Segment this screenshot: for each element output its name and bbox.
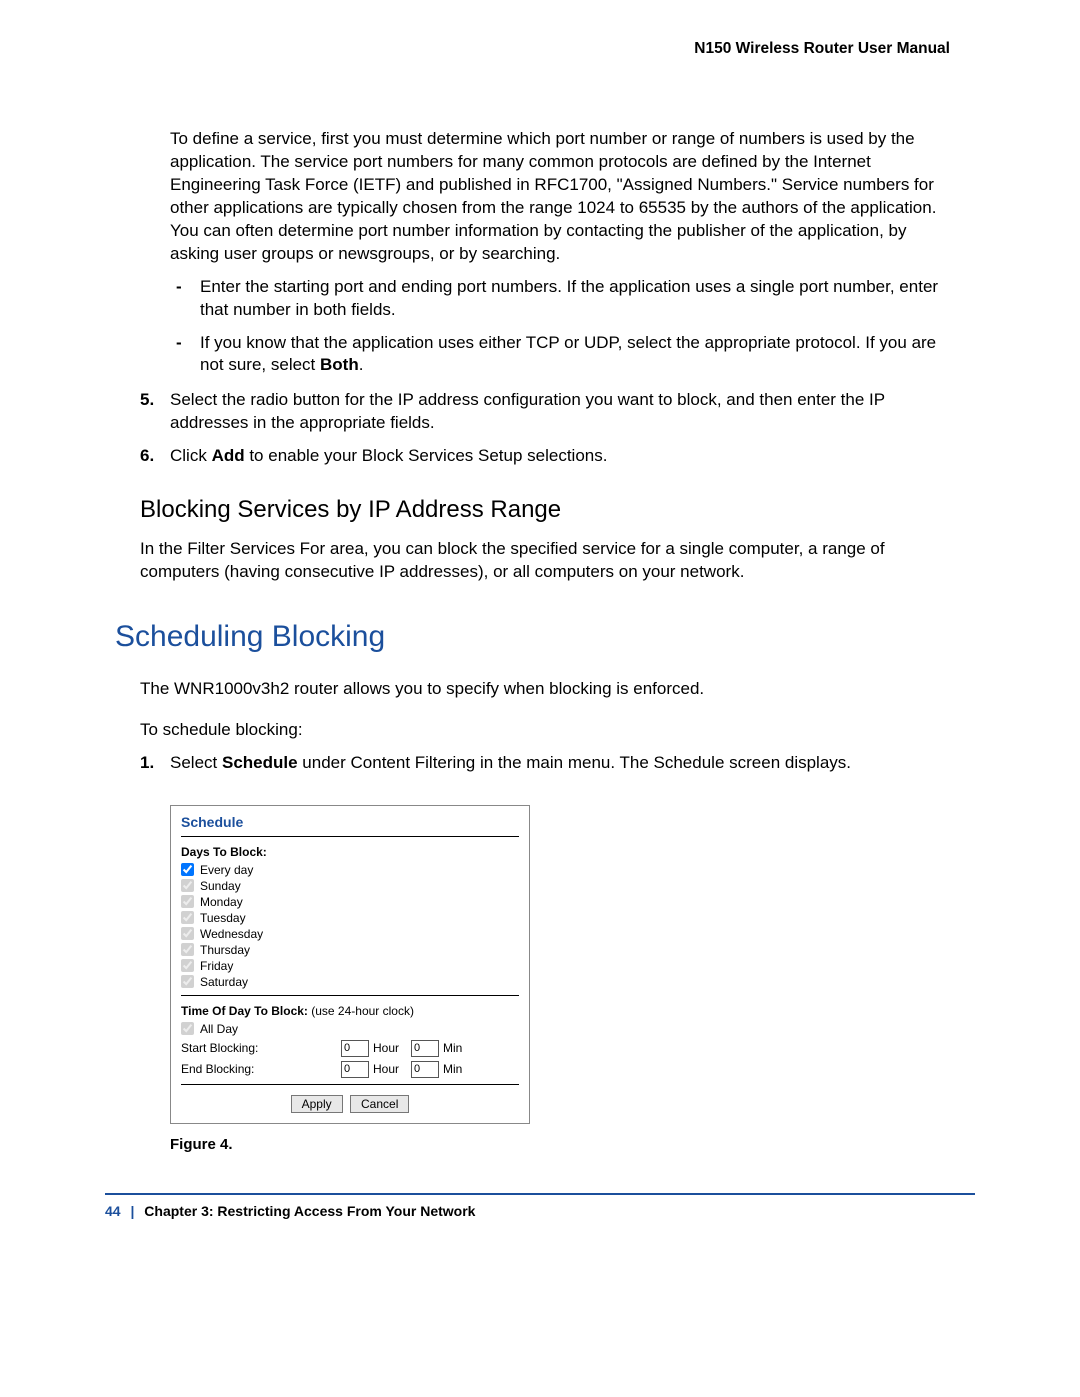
start-blocking-row: Start Blocking: Hour Min xyxy=(181,1040,519,1057)
cb-every-day-label: Every day xyxy=(200,863,253,877)
time-header-a: Time Of Day To Block: xyxy=(181,1004,308,1018)
sched-step-bold: Schedule xyxy=(222,753,298,772)
figure-caption: Figure 4. xyxy=(170,1136,950,1153)
cb-wednesday[interactable] xyxy=(181,927,194,940)
bullet-2: - If you know that the application uses … xyxy=(170,332,950,378)
panel-divider xyxy=(181,836,519,837)
bullet-2-bold: Both xyxy=(320,355,359,374)
hour-unit-1: Hour xyxy=(373,1041,399,1055)
bullet-2-text-c: . xyxy=(359,355,364,374)
min-unit-2: Min xyxy=(443,1062,462,1076)
intro-paragraph: To define a service, first you must dete… xyxy=(170,128,950,266)
bullet-2-text-a: If you know that the application uses ei… xyxy=(200,333,936,375)
schedule-step-1-num: 1. xyxy=(140,752,170,775)
footer: 44 | Chapter 3: Restricting Access From … xyxy=(105,1203,975,1219)
sched-step-a: Select xyxy=(170,753,222,772)
schedule-step-1-text: Select Schedule under Content Filtering … xyxy=(170,752,950,775)
cb-all-day-row: All Day xyxy=(181,1022,519,1036)
schedule-panel-title: Schedule xyxy=(181,814,519,830)
days-to-block-label: Days To Block: xyxy=(181,845,519,859)
cb-all-day-label: All Day xyxy=(200,1022,238,1036)
end-blocking-row: End Blocking: Hour Min xyxy=(181,1061,519,1078)
cb-saturday[interactable] xyxy=(181,975,194,988)
panel-divider-3 xyxy=(181,1084,519,1085)
button-row: Apply Cancel xyxy=(181,1095,519,1113)
schedule-steps: 1. Select Schedule under Content Filteri… xyxy=(170,752,950,775)
cb-all-day[interactable] xyxy=(181,1022,194,1035)
cb-sunday-label: Sunday xyxy=(200,879,241,893)
dash-icon: - xyxy=(176,276,182,299)
cb-tuesday[interactable] xyxy=(181,911,194,924)
footer-chapter: Chapter 3: Restricting Access From Your … xyxy=(144,1203,475,1219)
subhead-blocking-ip: Blocking Services by IP Address Range xyxy=(140,496,950,524)
sched-step-c: under Content Filtering in the main menu… xyxy=(298,753,851,772)
dash-list: - Enter the starting port and ending por… xyxy=(170,276,950,378)
step-5-text: Select the radio button for the IP addre… xyxy=(170,389,950,435)
cb-wednesday-row: Wednesday xyxy=(181,927,519,941)
cb-monday[interactable] xyxy=(181,895,194,908)
cb-thursday[interactable] xyxy=(181,943,194,956)
main-p2: To schedule blocking: xyxy=(140,719,950,742)
cb-saturday-row: Saturday xyxy=(181,975,519,989)
panel-divider-2 xyxy=(181,995,519,996)
bullet-1: - Enter the starting port and ending por… xyxy=(170,276,950,322)
cb-monday-label: Monday xyxy=(200,895,243,909)
footer-rule xyxy=(105,1193,975,1195)
dash-icon: - xyxy=(176,332,182,355)
sub1-paragraph: In the Filter Services For area, you can… xyxy=(140,538,950,584)
cb-thursday-label: Thursday xyxy=(200,943,250,957)
bullet-1-text: Enter the starting port and ending port … xyxy=(200,277,938,319)
body-column: To define a service, first you must dete… xyxy=(170,128,950,1153)
cb-sunday-row: Sunday xyxy=(181,879,519,893)
step-6-text-a: Click xyxy=(170,446,212,465)
step-6: 6. Click Add to enable your Block Servic… xyxy=(140,445,950,468)
apply-button[interactable]: Apply xyxy=(291,1095,343,1113)
hour-unit-2: Hour xyxy=(373,1062,399,1076)
page: N150 Wireless Router User Manual To defi… xyxy=(0,0,1080,1397)
step-6-text-c: to enable your Block Services Setup sele… xyxy=(245,446,608,465)
start-min-input[interactable] xyxy=(411,1040,439,1057)
footer-sep: | xyxy=(130,1203,134,1219)
schedule-step-1: 1. Select Schedule under Content Filteri… xyxy=(140,752,950,775)
numbered-list: 5. Select the radio button for the IP ad… xyxy=(170,389,950,468)
time-header-note: (use 24-hour clock) xyxy=(308,1004,414,1018)
cb-friday-label: Friday xyxy=(200,959,233,973)
step-5-num: 5. xyxy=(140,389,170,435)
cb-tuesday-row: Tuesday xyxy=(181,911,519,925)
mainhead-scheduling: Scheduling Blocking xyxy=(115,620,950,654)
cb-thursday-row: Thursday xyxy=(181,943,519,957)
page-number: 44 xyxy=(105,1203,121,1219)
cb-friday-row: Friday xyxy=(181,959,519,973)
header-title: N150 Wireless Router User Manual xyxy=(105,40,950,58)
end-blocking-label: End Blocking: xyxy=(181,1062,341,1076)
end-hour-input[interactable] xyxy=(341,1061,369,1078)
step-6-text: Click Add to enable your Block Services … xyxy=(170,445,950,468)
cb-saturday-label: Saturday xyxy=(200,975,248,989)
cb-every-day-row: Every day xyxy=(181,863,519,877)
step-6-num: 6. xyxy=(140,445,170,468)
start-hour-input[interactable] xyxy=(341,1040,369,1057)
cb-sunday[interactable] xyxy=(181,879,194,892)
cb-every-day[interactable] xyxy=(181,863,194,876)
cb-tuesday-label: Tuesday xyxy=(200,911,246,925)
end-min-input[interactable] xyxy=(411,1061,439,1078)
time-of-day-label: Time Of Day To Block: (use 24-hour clock… xyxy=(181,1004,519,1018)
step-6-bold: Add xyxy=(212,446,245,465)
schedule-panel: Schedule Days To Block: Every day Sunday… xyxy=(170,805,530,1124)
cancel-button[interactable]: Cancel xyxy=(350,1095,409,1113)
cb-friday[interactable] xyxy=(181,959,194,972)
cb-wednesday-label: Wednesday xyxy=(200,927,263,941)
cb-monday-row: Monday xyxy=(181,895,519,909)
step-5: 5. Select the radio button for the IP ad… xyxy=(140,389,950,435)
min-unit-1: Min xyxy=(443,1041,462,1055)
main-p1: The WNR1000v3h2 router allows you to spe… xyxy=(140,678,950,701)
start-blocking-label: Start Blocking: xyxy=(181,1041,341,1055)
